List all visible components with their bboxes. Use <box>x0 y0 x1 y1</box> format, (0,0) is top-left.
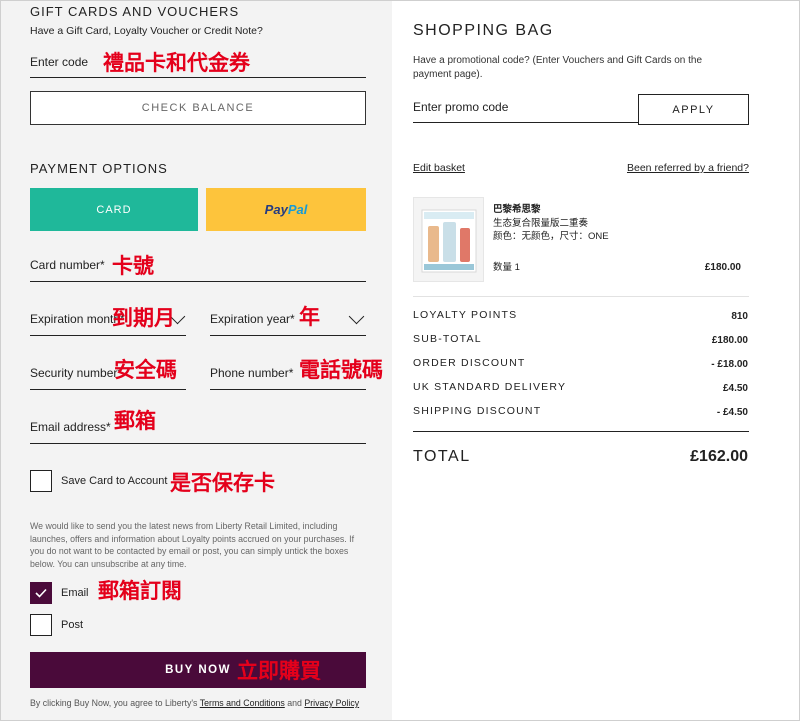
referred-friend-link[interactable]: Been referred by a friend? <box>624 162 749 174</box>
shopping-bag-panel: SHOPPING BAG Have a promotional code? (E… <box>392 0 800 721</box>
legal-and: and <box>284 698 305 708</box>
product-price: £180.00 <box>704 262 741 273</box>
summary-shipping-discount-value: - £4.50 <box>716 407 748 418</box>
phone-number-label: Phone number* <box>210 366 294 380</box>
gift-cards-heading: GIFT CARDS AND VOUCHERS <box>30 4 240 19</box>
legal-prefix: By clicking Buy Now, you agree to Libert… <box>30 698 200 708</box>
expiration-month-underline <box>30 335 186 336</box>
annotation-subscribe: 郵箱訂閱 <box>98 579 182 603</box>
newsletter-consent-text: We would like to send you the latest new… <box>30 521 355 569</box>
post-subscription-checkbox[interactable] <box>30 614 52 636</box>
check-balance-button[interactable]: CHECK BALANCE <box>30 91 366 125</box>
email-address-label: Email address* <box>30 420 111 434</box>
summary-loyalty-value: 810 <box>731 311 748 322</box>
summary-delivery-label: UK STANDARD DELIVERY <box>413 381 567 393</box>
summary-subtotal-label: SUB-TOTAL <box>413 333 482 345</box>
summary-order-discount-label: ORDER DISCOUNT <box>413 357 526 369</box>
chevron-down-icon <box>348 308 365 325</box>
legal-text: By clicking Buy Now, you agree to Libert… <box>30 697 366 709</box>
annotation-expiry-month: 到期月 <box>112 306 175 330</box>
gift-code-underline <box>30 77 366 78</box>
annotation-email: 郵箱 <box>114 409 156 433</box>
annotation-save-card: 是否保存卡 <box>170 471 275 495</box>
product-brand: 巴黎希思黎 <box>493 204 541 215</box>
product-box-illustration <box>421 209 477 273</box>
privacy-link[interactable]: Privacy Policy <box>304 698 359 708</box>
product-variant: 颜色：无颜色，尺寸：ONE <box>493 231 609 242</box>
expiration-year-underline <box>210 335 366 336</box>
paypal-logo-part2: Pal <box>287 202 308 217</box>
summary-loyalty-label: LOYALTY POINTS <box>413 309 518 321</box>
card-number-underline <box>30 281 366 282</box>
card-option-button[interactable]: CARD <box>30 188 198 231</box>
annotation-gift-code: 禮品卡和代金券 <box>103 51 250 75</box>
email-subscription-checkbox[interactable] <box>30 582 52 604</box>
card-number-label: Card number* <box>30 258 105 272</box>
buy-now-label: BUY NOW <box>165 664 231 676</box>
promo-help-text: Have a promotional code? (Enter Vouchers… <box>413 55 703 80</box>
paypal-option-button[interactable]: Pay Pal <box>206 188 366 231</box>
annotation-expiry-year: 年 <box>299 305 320 329</box>
summary-order-discount-value: - £18.00 <box>711 359 748 370</box>
expiration-month-label: Expiration month* <box>30 312 125 326</box>
summary-delivery-value: £4.50 <box>722 383 748 394</box>
annotation-security: 安全碼 <box>114 358 177 382</box>
post-subscription-label: Post <box>61 619 84 631</box>
apply-promo-button[interactable]: APPLY <box>638 94 749 125</box>
save-card-label: Save Card to Account <box>61 475 168 487</box>
product-quantity: 数量 1 <box>493 262 520 273</box>
payment-options-heading: PAYMENT OPTIONS <box>30 161 168 176</box>
email-address-input[interactable]: Email address* <box>30 411 366 445</box>
annotation-phone: 電話號碼 <box>299 358 383 382</box>
total-value: £162.00 <box>690 448 748 465</box>
divider <box>413 296 749 297</box>
summary-shipping-discount-label: SHIPPING DISCOUNT <box>413 405 542 417</box>
email-subscription-label: Email <box>61 587 89 599</box>
paypal-logo-part1: Pay <box>264 202 288 217</box>
expiration-year-label: Expiration year* <box>210 312 295 326</box>
security-number-underline <box>30 389 186 390</box>
edit-basket-link[interactable]: Edit basket <box>413 162 465 174</box>
save-card-checkbox[interactable] <box>30 470 52 492</box>
gift-cards-subheading: Have a Gift Card, Loyalty Voucher or Cre… <box>30 25 263 37</box>
annotation-buy-now: 立即購買 <box>237 659 321 683</box>
email-address-underline <box>30 443 366 444</box>
phone-number-underline <box>210 389 366 390</box>
summary-subtotal-value: £180.00 <box>711 335 748 346</box>
promo-code-underline <box>413 122 638 123</box>
product-image[interactable] <box>413 197 484 282</box>
terms-link[interactable]: Terms and Conditions <box>200 698 285 708</box>
shopping-bag-heading: SHOPPING BAG <box>413 22 554 39</box>
checkmark-icon <box>35 588 47 598</box>
gift-code-label: Enter code <box>30 55 89 69</box>
total-divider <box>413 431 749 432</box>
promo-code-placeholder: Enter promo code <box>413 100 509 114</box>
product-name: 生态复合限量版二重奏 <box>493 218 589 229</box>
security-number-label: Security number* <box>30 366 123 380</box>
total-label: TOTAL <box>413 448 471 465</box>
payment-panel: GIFT CARDS AND VOUCHERS Have a Gift Card… <box>0 0 392 721</box>
promo-code-input[interactable]: Enter promo code <box>413 94 638 124</box>
expiration-year-select[interactable]: Expiration year* <box>210 303 366 337</box>
annotation-card-number: 卡號 <box>112 254 154 278</box>
card-number-input[interactable]: Card number* <box>30 250 366 284</box>
